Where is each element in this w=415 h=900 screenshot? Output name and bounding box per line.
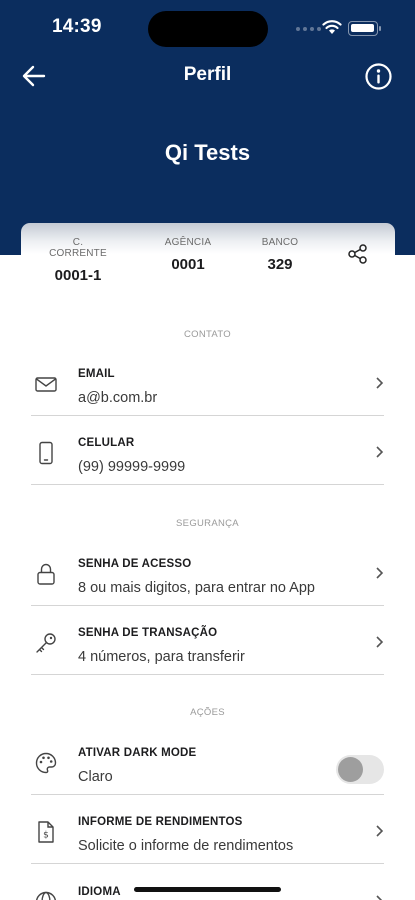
lock-icon [37,563,55,585]
battery-icon [348,21,381,36]
section-seguranca: SEGURANÇA [176,518,239,529]
palette-icon [35,752,57,774]
chevron-right-icon [376,895,383,900]
account-number: C. CORRENTE 0001-1 [43,237,113,284]
chevron-right-icon [376,825,384,837]
email-row[interactable]: EMAIL a@b.com.br [31,348,384,416]
bank-code: BANCO 329 [255,237,305,273]
branch-number: AGÊNCIA 0001 [156,237,220,273]
chevron-right-icon [376,636,384,648]
bank-value: 329 [267,256,293,273]
language-row[interactable]: IDIOMA [31,866,384,900]
phone-value: (99) 99999-9999 [78,459,186,475]
page-title: Perfil [183,64,232,85]
income-report-desc: Solicite o informe de rendimentos [78,838,294,854]
wifi-icon [322,20,342,34]
info-icon[interactable] [364,62,393,91]
section-contato: CONTATO [184,329,231,340]
phone-row[interactable]: CELULAR (99) 99999-9999 [31,417,384,485]
chevron-right-icon [376,446,384,458]
dynamic-island [148,11,268,47]
svg-text:$: $ [43,831,49,841]
bank-label: BANCO [261,237,299,248]
section-acoes: AÇÕES [190,707,225,718]
document-icon: $ [38,821,54,843]
status-time: 14:39 [52,16,102,37]
dark-mode-value: Claro [78,769,113,785]
key-icon [36,633,56,653]
cellular-signal-icon [296,27,321,31]
branch-value: 0001 [171,256,205,273]
phone-icon [39,441,53,465]
profile-header: 14:39 Perfil Qi Tests [0,0,415,255]
dark-mode-toggle[interactable] [336,755,384,784]
language-title: IDIOMA [78,886,121,898]
access-password-hint: 8 ou mais digitos, para entrar no App [78,580,315,596]
email-title: EMAIL [78,368,115,380]
home-indicator [134,887,281,892]
phone-title: CELULAR [78,437,135,449]
income-report-title: INFORME DE RENDIMENTOS [78,816,243,828]
toggle-knob [338,757,363,782]
dark-mode-row: ATIVAR DARK MODE Claro [31,727,384,795]
transaction-password-hint: 4 números, para transferir [78,649,245,665]
account-number-label: C. CORRENTE [49,237,107,259]
account-info-card: C. CORRENTE 0001-1 AGÊNCIA 0001 BANCO 32… [21,223,395,285]
status-bar: 14:39 [0,0,415,56]
envelope-icon [35,377,57,392]
income-report-row[interactable]: $ INFORME DE RENDIMENTOS Solicite o info… [31,796,384,864]
transaction-password-row[interactable]: SENHA DE TRANSAÇÃO 4 números, para trans… [31,607,384,675]
globe-icon [36,891,56,900]
chevron-right-icon [376,377,384,389]
email-value: a@b.com.br [78,390,158,406]
dark-mode-title: ATIVAR DARK MODE [78,747,197,759]
branch-label: AGÊNCIA [164,237,212,248]
access-password-title: SENHA DE ACESSO [78,558,192,570]
transaction-password-title: SENHA DE TRANSAÇÃO [78,627,218,639]
account-number-value: 0001-1 [54,267,102,284]
chevron-right-icon [376,567,384,579]
access-password-row[interactable]: SENHA DE ACESSO 8 ou mais digitos, para … [31,538,384,606]
share-icon[interactable] [347,243,369,265]
profile-name: Qi Tests [164,140,251,165]
